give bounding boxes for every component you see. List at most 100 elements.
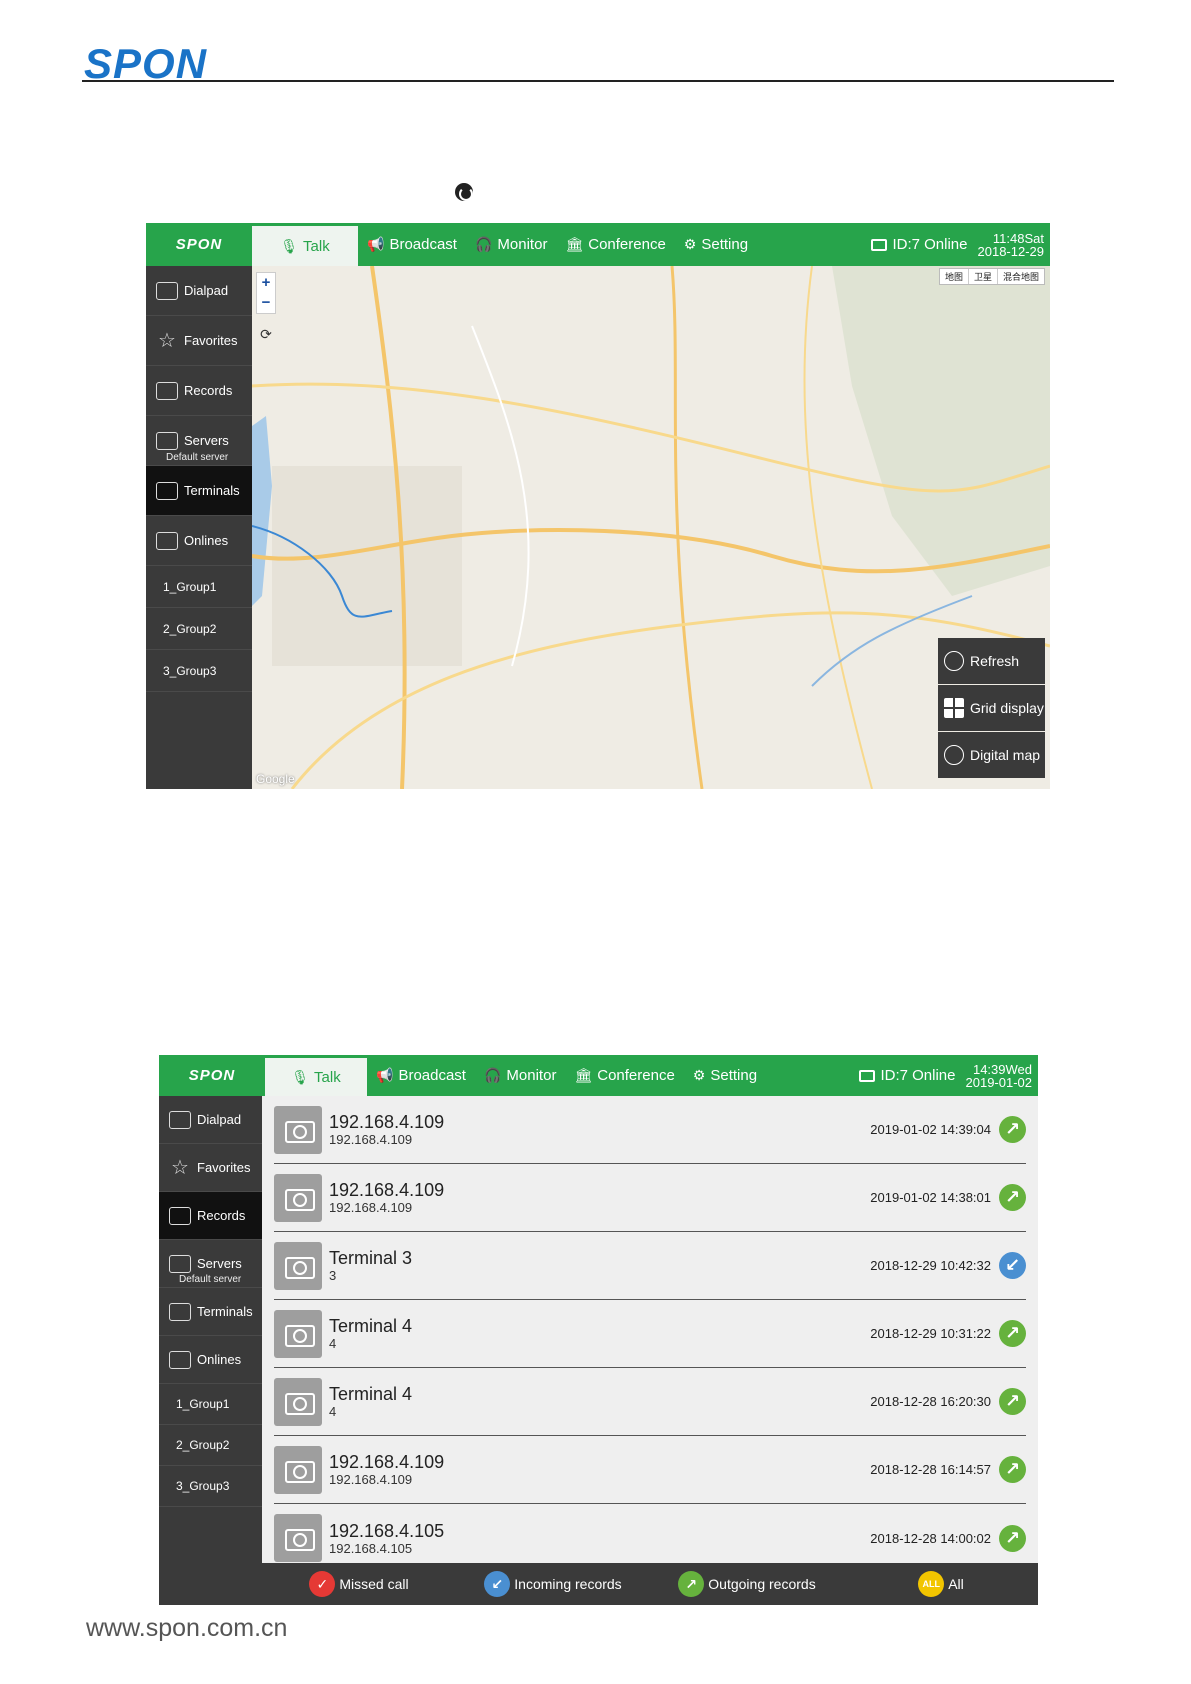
- filter-outgoing-records[interactable]: ↗ Outgoing records: [650, 1571, 844, 1597]
- map-refresh-icon[interactable]: ⟳: [256, 324, 276, 344]
- record-address: 4: [329, 1336, 337, 1351]
- tab-conference[interactable]: 🏛 Conference: [565, 1055, 683, 1096]
- sidebar-item-label: Favorites: [197, 1160, 251, 1175]
- tab-setting[interactable]: ⚙ Setting: [675, 223, 757, 266]
- tab-setting[interactable]: ⚙ Setting: [684, 1055, 766, 1096]
- record-row[interactable]: Terminal 33 2018-12-29 10:42:32 ↙: [274, 1232, 1026, 1300]
- missed-call-icon: ✓: [309, 1571, 336, 1597]
- sidebar-group-1[interactable]: 1_Group1: [159, 1384, 262, 1425]
- sidebar-group-3[interactable]: 3_Group3: [159, 1466, 262, 1507]
- tab-monitor[interactable]: 🎧 Monitor: [466, 223, 556, 266]
- filter-label: Missed call: [339, 1576, 409, 1592]
- filter-label: All: [948, 1576, 964, 1592]
- record-address: 4: [329, 1404, 337, 1419]
- records-list: 192.168.4.109 192.168.4.109 2019-01-02 14…: [262, 1096, 1038, 1563]
- record-name: Terminal 4: [329, 1316, 413, 1336]
- record-row[interactable]: 192.168.4.109 192.168.4.109 2018-12-28 16…: [274, 1436, 1026, 1504]
- filter-missed-call[interactable]: ✓ Missed call: [262, 1571, 456, 1597]
- sidebar-item-servers[interactable]: Servers Default server: [159, 1240, 262, 1288]
- clock-date: 2018-12-29: [977, 243, 1045, 259]
- zoom-control: + −: [256, 272, 276, 314]
- sidebar-group-1[interactable]: 1_Group1: [146, 566, 252, 608]
- tab-broadcast[interactable]: 📢 Broadcast: [358, 223, 466, 266]
- group-label: 3_Group3: [176, 1479, 230, 1493]
- device-status-text: ID:7 Online: [892, 236, 968, 253]
- sidebar-item-terminals[interactable]: Terminals: [159, 1288, 262, 1336]
- sidebar-item-favorites[interactable]: ☆ Favorites: [159, 1144, 262, 1192]
- digital-map-button[interactable]: Digital map: [938, 732, 1045, 778]
- sidebar-item-onlines[interactable]: Onlines: [146, 516, 252, 566]
- filter-label: Outgoing records: [708, 1576, 816, 1592]
- records-screen: SPON 🎙 Talk 📢 Broadcast 🎧 Monitor 🏛 Conferen…: [159, 1055, 1038, 1605]
- map-type-map[interactable]: 地图: [940, 269, 968, 284]
- tab-monitor[interactable]: 🎧 Monitor: [475, 1055, 565, 1096]
- header-rule: [82, 80, 1114, 82]
- record-row[interactable]: 192.168.4.105 192.168.4.105 2018-12-28 14…: [274, 1504, 1026, 1563]
- sidebar-item-records[interactable]: Records: [146, 366, 252, 416]
- group-label: 1_Group1: [176, 1397, 230, 1411]
- gear-icon: ⚙: [683, 236, 697, 252]
- device-status: ID:7 Online: [871, 236, 968, 253]
- record-text: 192.168.4.105 192.168.4.105: [329, 1521, 870, 1556]
- map-type-satellite[interactable]: 卫星: [967, 269, 997, 284]
- refresh-icon: [944, 651, 964, 671]
- monitor-icon: [871, 238, 888, 251]
- outgoing-call-icon: ↗: [678, 1571, 705, 1597]
- tab-talk[interactable]: 🎙 Talk: [252, 226, 358, 266]
- terminals-map-screen: SPON 🎙 Talk 📢 Broadcast 🎧 Monitor 🏛 Conferen…: [146, 223, 1050, 789]
- record-time: 2019-01-02 14:39:04: [870, 1122, 991, 1137]
- sidebar-item-label: Dialpad: [197, 1112, 242, 1127]
- tab-broadcast[interactable]: 📢 Broadcast: [367, 1055, 475, 1096]
- clock: 14:39Wed 2019-01-02: [966, 1063, 1033, 1089]
- map-type-switch: 地图 卫星 混合地图: [938, 268, 1045, 285]
- camera-icon: [274, 1241, 322, 1290]
- sidebar-item-dialpad[interactable]: Dialpad: [146, 266, 252, 316]
- sidebar-group-2[interactable]: 2_Group2: [159, 1425, 262, 1466]
- tab-conference[interactable]: 🏛 Conference: [556, 223, 674, 266]
- records-icon: [156, 381, 178, 400]
- button-label: Digital map: [970, 747, 1041, 763]
- records-icon: [169, 1206, 191, 1225]
- sidebar-item-favorites[interactable]: ☆ Favorites: [146, 316, 252, 366]
- tab-label: Talk: [314, 1068, 341, 1086]
- zoom-out-button[interactable]: −: [257, 293, 275, 313]
- record-text: Terminal 44: [329, 1384, 870, 1419]
- sidebar-item-label: Favorites: [184, 333, 238, 348]
- filter-incoming-records[interactable]: ↙ Incoming records: [456, 1571, 650, 1597]
- camera-icon: [274, 1105, 322, 1154]
- zoom-in-button[interactable]: +: [257, 273, 275, 293]
- sidebar-item-servers[interactable]: Servers Default server: [146, 416, 252, 466]
- record-row[interactable]: 192.168.4.109 192.168.4.109 2019-01-02 14…: [274, 1096, 1026, 1164]
- star-icon: ☆: [171, 1156, 189, 1179]
- headphones-icon: 🎧: [474, 236, 493, 252]
- digital-map[interactable]: + − ⟳ 地图 卫星 混合地图 Refresh Grid display Di…: [252, 266, 1050, 789]
- grid-display-button[interactable]: Grid display: [938, 685, 1045, 731]
- record-address: 192.168.4.109: [329, 1472, 413, 1487]
- record-row[interactable]: 192.168.4.109 192.168.4.109 2019-01-02 14…: [274, 1164, 1026, 1232]
- record-row[interactable]: Terminal 44 2018-12-28 16:20:30 ↗: [274, 1368, 1026, 1436]
- record-time: 2018-12-29 10:42:32: [870, 1258, 991, 1273]
- group-label: 2_Group2: [163, 621, 217, 636]
- record-row[interactable]: Terminal 44 2018-12-29 10:31:22 ↗: [274, 1300, 1026, 1368]
- sidebar-item-records[interactable]: Records: [159, 1192, 262, 1240]
- sidebar-group-3[interactable]: 3_Group3: [146, 650, 252, 692]
- sidebar-item-label: Dialpad: [184, 283, 229, 298]
- sidebar-item-onlines[interactable]: Onlines: [159, 1336, 262, 1384]
- sidebar-item-terminals[interactable]: Terminals: [146, 466, 252, 516]
- top-bar: SPON 🎙 Talk 📢 Broadcast 🎧 Monitor 🏛 Conferen…: [159, 1055, 1038, 1096]
- record-name: 192.168.4.105: [329, 1520, 445, 1541]
- sidebar-item-dialpad[interactable]: Dialpad: [159, 1096, 262, 1144]
- refresh-button[interactable]: Refresh: [938, 638, 1045, 684]
- record-text: Terminal 33: [329, 1248, 870, 1283]
- tab-label: Broadcast: [389, 236, 457, 253]
- filter-all[interactable]: ALL All: [844, 1571, 1038, 1597]
- device-status: ID:7 Online: [859, 1067, 956, 1084]
- tab-talk[interactable]: 🎙 Talk: [265, 1058, 367, 1096]
- status-area: ID:7 Online 11:48Sat 2018-12-29: [871, 232, 1050, 258]
- sidebar-group-2[interactable]: 2_Group2: [146, 608, 252, 650]
- map-type-hybrid[interactable]: 混合地图: [996, 269, 1044, 284]
- filter-label: Incoming records: [514, 1576, 622, 1592]
- outgoing-call-icon: ↗: [999, 1320, 1026, 1347]
- conference-icon: 🏛: [574, 1067, 593, 1083]
- conference-icon: 🏛: [565, 236, 584, 252]
